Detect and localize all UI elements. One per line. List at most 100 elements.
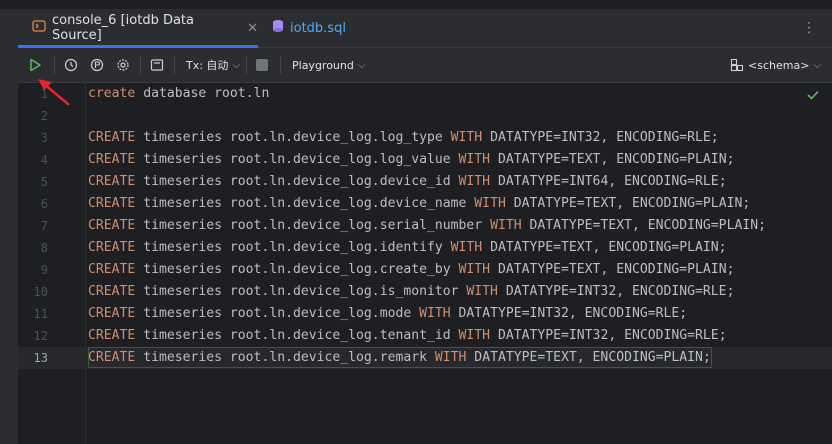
stop-button[interactable] [256, 48, 268, 82]
code-line[interactable]: 5 CREATE timeseries root.ln.device_log.de… [18, 171, 832, 193]
tab-console-6[interactable]: console_6 [iotdb Data Source] ✕ [18, 9, 258, 48]
sql-keyword: CREATE [88, 262, 136, 277]
settings-button[interactable] [116, 48, 130, 82]
line-number: 9 [40, 263, 48, 277]
sql-text: timeseries root.ln.device_log.serial_num… [135, 218, 491, 233]
line-number: 7 [40, 219, 48, 233]
tab-label: console_6 [iotdb Data Source] [52, 13, 194, 43]
sql-keyword: CREATE [88, 152, 136, 167]
gear-icon [117, 59, 129, 71]
checkmark-icon [806, 87, 820, 106]
code-line[interactable]: 8 CREATE timeseries root.ln.device_log.id… [18, 237, 832, 259]
code-text: CREATE timeseries root.ln.device_log.dev… [88, 193, 750, 215]
code-line[interactable]: 12 CREATE timeseries root.ln.device_log.t… [18, 325, 832, 347]
sql-keyword: CREATE [88, 174, 136, 189]
sql-text: timeseries root.ln.device_log.create_by [135, 262, 459, 277]
sql-text: DATATYPE=TEXT, ENCODING=PLAIN; [482, 240, 727, 255]
more-options-icon[interactable]: ⋮ [802, 20, 816, 36]
statement-highlight [88, 347, 712, 368]
sql-text: DATATYPE=TEXT, ENCODING=PLAIN; [490, 152, 735, 167]
sql-text: timeseries root.ln.device_log.mode [135, 306, 420, 321]
p-circle-icon [90, 58, 104, 72]
line-number: 2 [40, 109, 48, 123]
code-line[interactable]: 11 CREATE timeseries root.ln.device_log.m… [18, 303, 832, 325]
toolbar-separator [174, 56, 175, 74]
sql-keyword: CREATE [88, 240, 136, 255]
sql-keyword: WITH [458, 262, 491, 277]
toolbar-separator [246, 56, 247, 74]
editor-tab-bar: console_6 [iotdb Data Source] ✕ iotdb.sq… [18, 9, 832, 48]
code-text: CREATE timeseries root.ln.device_log.ser… [88, 215, 766, 237]
sql-text: DATATYPE=TEXT, ENCODING=PLAIN; [490, 262, 735, 277]
console-toolbar: Tx: 自动 ⌵ Playground ⌵ <schema> ⌵ [18, 48, 832, 83]
sql-keyword: create [88, 86, 136, 101]
code-text: CREATE timeseries root.ln.device_log.cre… [88, 259, 734, 281]
sql-file-icon [272, 19, 284, 37]
sql-keyword: CREATE [88, 306, 136, 321]
line-number: 5 [40, 175, 48, 189]
line-number: 11 [33, 307, 48, 321]
sql-keyword: WITH [450, 130, 483, 145]
close-tab-icon[interactable]: ✕ [247, 21, 258, 36]
pin-button[interactable] [90, 48, 104, 82]
code-text: create database root.ln [88, 83, 269, 105]
sql-text: DATATYPE=INT64, ENCODING=RLE; [490, 174, 727, 189]
stop-icon [256, 59, 268, 71]
sql-text: timeseries root.ln.device_log.device_id [135, 174, 459, 189]
toolbar-separator [54, 56, 55, 74]
sql-keyword: CREATE [88, 328, 136, 343]
code-line[interactable]: 13 CREATE timeseries root.ln.device_log.r… [18, 347, 832, 369]
sql-text: database root.ln [135, 86, 270, 101]
sql-text: timeseries root.ln.device_log.log_value [135, 152, 459, 167]
history-button[interactable] [64, 48, 78, 82]
sql-text: DATATYPE=INT32, ENCODING=RLE; [450, 306, 688, 321]
code-line[interactable]: 2 [18, 105, 832, 127]
sql-keyword: WITH [458, 328, 491, 343]
line-number: 13 [33, 351, 48, 365]
sql-text: DATATYPE=INT32, ENCODING=RLE; [490, 328, 727, 343]
sql-keyword: CREATE [88, 196, 136, 211]
layout-icon [150, 59, 164, 71]
chevron-down-icon: ⌵ [813, 59, 822, 71]
transaction-mode-dropdown[interactable]: Tx: 自动 ⌵ [186, 48, 240, 82]
code-text: CREATE timeseries root.ln.device_log.dev… [88, 171, 727, 193]
console-icon [32, 19, 46, 37]
sql-keyword: WITH [490, 218, 522, 233]
code-text: CREATE timeseries root.ln.device_log.mod… [88, 303, 687, 325]
code-line[interactable]: 3 CREATE timeseries root.ln.device_log.lo… [18, 127, 832, 149]
window-top-strip [0, 0, 832, 9]
line-number: 1 [40, 87, 48, 101]
sql-keyword: CREATE [88, 284, 136, 299]
code-line[interactable]: 6 CREATE timeseries root.ln.device_log.de… [18, 193, 832, 215]
sql-keyword: WITH [419, 306, 451, 321]
code-line[interactable]: 7 CREATE timeseries root.ln.device_log.se… [18, 215, 832, 237]
execute-button[interactable] [28, 48, 42, 82]
sql-keyword: CREATE [88, 130, 136, 145]
line-number: 8 [40, 241, 48, 255]
sql-text: DATATYPE=TEXT, ENCODING=PLAIN; [505, 196, 751, 211]
playground-dropdown[interactable]: Playground ⌵ [292, 48, 365, 82]
output-layout-button[interactable] [150, 48, 164, 82]
toolbar-separator [140, 56, 141, 74]
line-number: 10 [33, 285, 48, 299]
code-line[interactable]: 1 create database root.ln [18, 83, 832, 105]
schema-selector[interactable]: <schema> ⌵ [730, 48, 821, 82]
sql-text: timeseries root.ln.device_log.tenant_id [135, 328, 459, 343]
code-line[interactable]: 4 CREATE timeseries root.ln.device_log.lo… [18, 149, 832, 171]
sql-text: timeseries root.ln.device_log.is_monitor [135, 284, 467, 299]
sql-keyword: WITH [474, 196, 506, 211]
sql-keyword: WITH [466, 284, 498, 299]
code-editor[interactable]: 1 create database root.ln 2 3 CREATE timeser… [18, 83, 832, 444]
chevron-down-icon: ⌵ [357, 59, 366, 71]
code-text: CREATE timeseries root.ln.device_log.ide… [88, 237, 727, 259]
tab-iotdb-sql[interactable]: iotdb.sql [268, 9, 378, 47]
sql-text: timeseries root.ln.device_log.device_nam… [135, 196, 475, 211]
sql-text: timeseries root.ln.device_log.identify [135, 240, 451, 255]
playground-label: Playground [292, 58, 354, 72]
left-tool-strip [0, 9, 18, 444]
sql-keyword: WITH [458, 174, 491, 189]
run-icon [30, 58, 41, 72]
code-line[interactable]: 9 CREATE timeseries root.ln.device_log.cr… [18, 259, 832, 281]
schema-label: <schema> [748, 58, 810, 72]
code-line[interactable]: 10 CREATE timeseries root.ln.device_log.i… [18, 281, 832, 303]
